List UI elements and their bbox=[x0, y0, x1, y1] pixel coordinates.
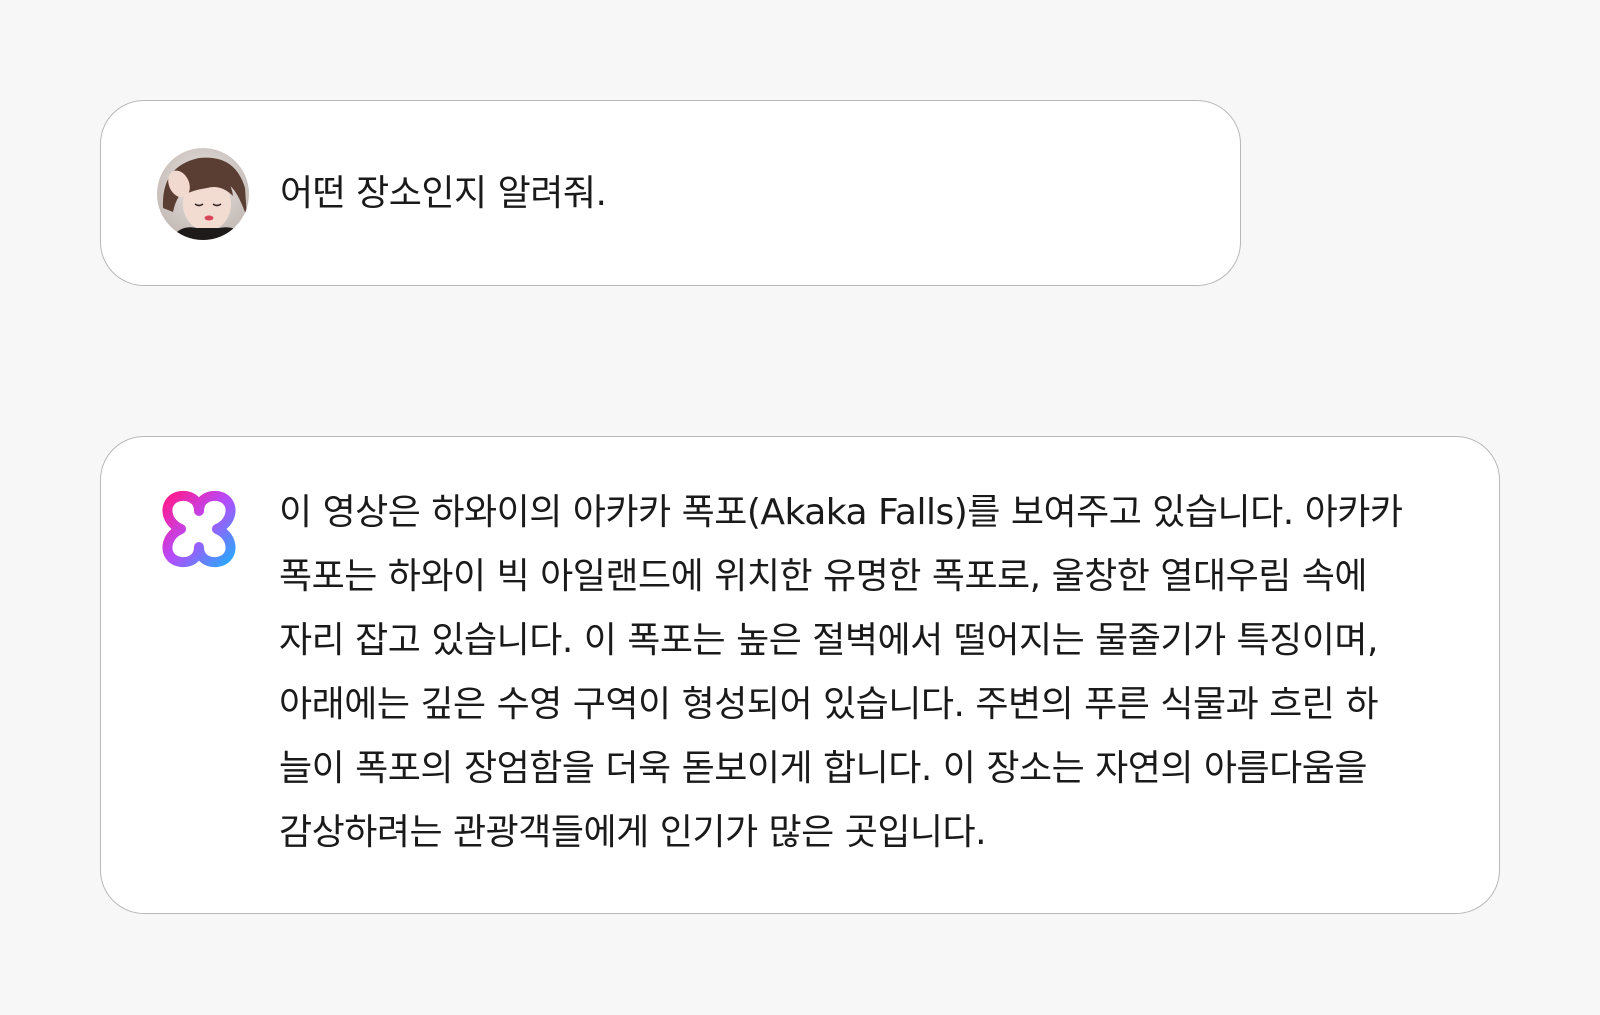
assistant-message-line: 감상하려는 관광객들에게 인기가 많은 곳입니다. bbox=[279, 812, 987, 853]
assistant-message-line: 늘이 폭포의 장엄함을 더욱 돋보이게 합니다. 이 장소는 자연의 아름다움을 bbox=[279, 748, 1368, 789]
assistant-message-line: 이 영상은 하와이의 아카카 폭포(Akaka Falls)를 보여주고 있습니… bbox=[279, 492, 1403, 533]
assistant-message-line: 자리 잡고 있습니다. 이 폭포는 높은 절벽에서 떨어지는 물줄기가 특징이며… bbox=[279, 620, 1378, 661]
assistant-message-text: 이 영상은 하와이의 아카카 폭포(Akaka Falls)를 보여주고 있습니… bbox=[279, 481, 1459, 865]
user-message-text: 어떤 장소인지 알려줘. bbox=[280, 173, 607, 214]
user-message-bubble: 어떤 장소인지 알려줘. bbox=[100, 100, 1241, 286]
assistant-message-line: 아래에는 깊은 수영 구역이 형성되어 있습니다. 주변의 푸른 식물과 흐린 … bbox=[279, 684, 1378, 725]
assistant-message-line: 폭포는 하와이 빅 아일랜드에 위치한 유명한 폭포로, 울창한 열대우림 속에 bbox=[279, 556, 1368, 597]
user-avatar bbox=[157, 148, 249, 240]
assistant-logo-icon bbox=[159, 489, 239, 569]
user-avatar-photo-icon bbox=[157, 148, 249, 240]
assistant-message-bubble: 이 영상은 하와이의 아카카 폭포(Akaka Falls)를 보여주고 있습니… bbox=[100, 436, 1500, 914]
